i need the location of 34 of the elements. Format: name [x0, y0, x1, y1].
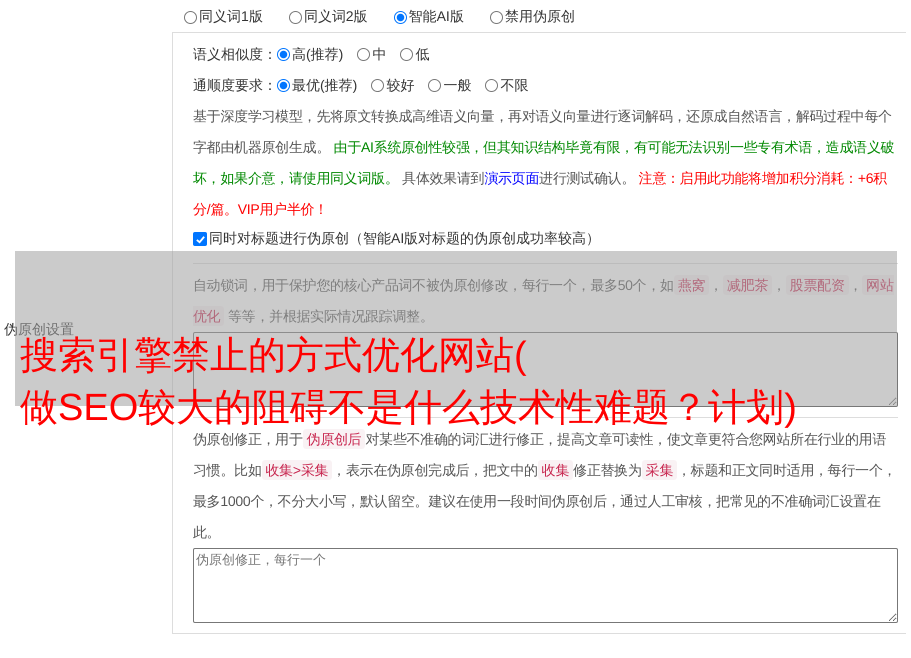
option-label: 同义词1版: [199, 8, 263, 26]
radio-button[interactable]: [485, 79, 498, 92]
radio-button[interactable]: [400, 48, 414, 61]
radio-button[interactable]: [288, 10, 302, 24]
checkbox-label: 同时对标题进行伪原创（智能AI版对标题的伪原创成功率较高）: [209, 230, 600, 248]
overlay-headline: 做SEO较大的阻碍不是什么技术性难题？计划): [20, 387, 797, 429]
setting-label: 伪原创设置: [4, 321, 74, 337]
radio-button[interactable]: [394, 10, 407, 24]
ai-description: 基于深度学习模型，先将原文转换成高维语义向量，再对语义向量进行逐词解码，还原成自然语言，解码过程中每个字都由机器原创生成。 由于AI系统原创性较强，但其知识结构毕竟有限，有可能无法识别一些专有术语，造成语义破坏，如果介意，请使用同义词版。 具体效果请到演示页面进行测试确认。 注意：启用此功能将增加积分消耗：+6积分/篇。VIP用户半价！: [193, 107, 896, 219]
option-label: 低: [415, 46, 430, 64]
radio-button[interactable]: [357, 48, 370, 61]
option-label: 语义相似度：: [193, 46, 277, 64]
option-label: 较好: [386, 76, 414, 94]
option-label: 一般: [443, 76, 472, 94]
correction-description: 伪原创修正，用于 伪原创后 对某些不准确的词汇进行修正，提高文章可读性，使文章更符合您网站所在行业的用语习惯。比如 收集>采集 ，表示在伪原创完成后，把文中的 收集 修正替换为 采集 ，标题和正文同时适用，每行一个，最多1000个，不分大小写，默认留空。建议在使用一段时间伪原创后，通过人工审核，把常见的不准确词汇设置在此。: [193, 428, 898, 542]
lock-words-description: 自动锁词，用于保护您的核心产品词不被伪原创修改，每行一个，最多50个，如 燕窝 ， 减肥茶 ， 股票配资 ， 网站优化 等等，并根据实际情况跟踪调整。: [193, 274, 895, 328]
option-label: 同义词2版: [304, 8, 368, 26]
radio-button[interactable]: [277, 79, 290, 92]
radio-button[interactable]: [428, 79, 442, 92]
checkbox[interactable]: [193, 232, 207, 246]
option-label: 中: [372, 46, 386, 64]
option-label: 高(推荐): [292, 46, 344, 64]
demo-page-link[interactable]: 演示页面: [484, 170, 540, 186]
radio-button[interactable]: [371, 79, 384, 92]
radio-button[interactable]: [490, 10, 503, 24]
radio-button[interactable]: [277, 48, 290, 61]
option-label: 通顺度要求：: [193, 76, 277, 94]
radio-button[interactable]: [184, 10, 197, 24]
overlay-headline: 搜索引擎禁止的方式优化网站(: [20, 335, 527, 377]
option-label: 禁用伪原创: [504, 8, 575, 26]
correction-field[interactable]: 伪原创修正，每行一个: [193, 548, 898, 623]
option-label: 不限: [500, 76, 528, 94]
option-label: 最优(推荐): [292, 76, 358, 94]
option-label: 智能AI版: [408, 8, 464, 26]
